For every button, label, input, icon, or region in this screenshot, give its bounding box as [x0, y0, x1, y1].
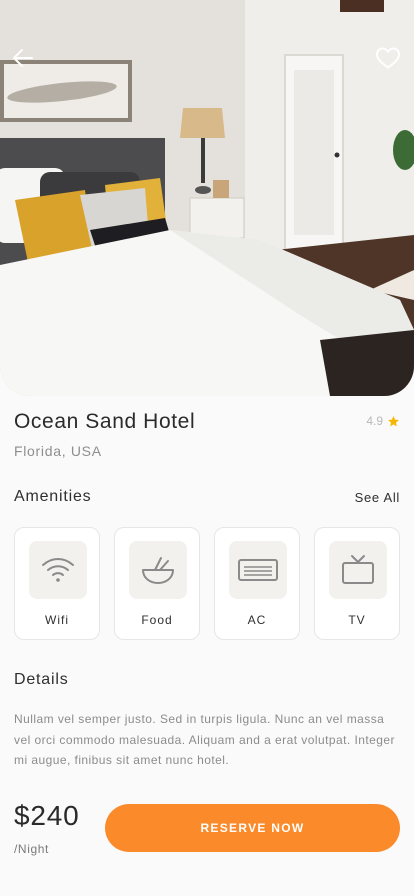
amenity-label: Wifi [45, 613, 69, 627]
tv-icon [342, 555, 374, 584]
hotel-name: Ocean Sand Hotel [14, 410, 196, 433]
hotel-rating: 4.9 [366, 414, 400, 428]
price-unit: /Night [14, 842, 49, 856]
amenity-ac[interactable]: AC [214, 527, 300, 640]
heart-outline-icon [376, 47, 400, 69]
amenity-icon-box [229, 541, 287, 599]
amenity-food[interactable]: Food [114, 527, 200, 640]
food-bowl-icon [142, 557, 174, 584]
amenity-icon-box [329, 541, 387, 599]
favorite-button[interactable] [374, 44, 402, 72]
details-title: Details [14, 671, 69, 688]
star-icon [388, 415, 399, 426]
hotel-location: Florida, USA [14, 443, 102, 459]
see-all-link[interactable]: See All [355, 490, 400, 505]
amenity-label: AC [247, 613, 267, 627]
amenities-list: Wifi Food AC TV [14, 527, 400, 640]
amenity-icon-box [129, 541, 187, 599]
wifi-icon [42, 558, 74, 582]
amenity-wifi[interactable]: Wifi [14, 527, 100, 640]
bedroom-photo [0, 0, 414, 396]
amenity-tv[interactable]: TV [314, 527, 400, 640]
amenity-label: TV [348, 613, 366, 627]
back-button[interactable] [9, 44, 37, 72]
reserve-now-button[interactable]: RESERVE NOW [105, 804, 400, 852]
air-conditioner-icon [238, 559, 278, 581]
rating-value: 4.9 [366, 414, 383, 428]
details-description: Nullam vel semper justo. Sed in turpis l… [14, 712, 395, 767]
amenities-title: Amenities [14, 488, 92, 505]
hotel-hero-image [0, 0, 414, 396]
price: $240 [14, 800, 80, 831]
amenity-icon-box [29, 541, 87, 599]
arrow-left-icon [13, 49, 33, 67]
amenity-label: Food [141, 613, 173, 627]
